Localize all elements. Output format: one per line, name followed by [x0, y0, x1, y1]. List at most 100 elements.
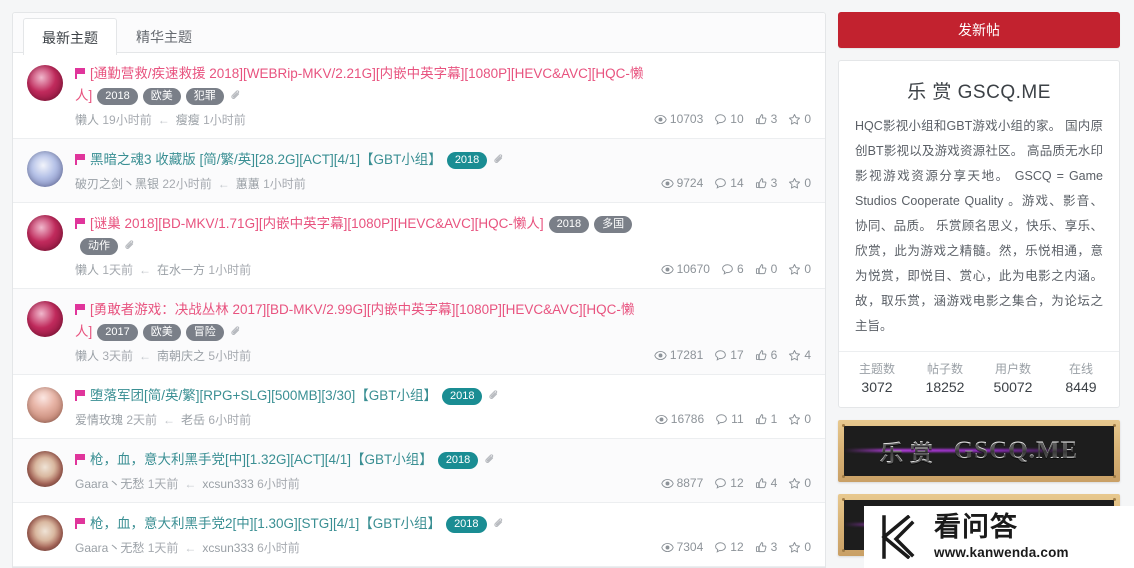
- attachment-icon: [494, 154, 503, 163]
- tab-featured-topics[interactable]: 精华主题: [117, 17, 211, 52]
- attachment-icon: [125, 240, 134, 249]
- reply-count-value: 12: [730, 540, 744, 554]
- thread-tag[interactable]: 欧美: [142, 88, 181, 105]
- watermark-brand: 看问答: [934, 512, 1018, 543]
- like-count[interactable]: 3: [755, 540, 778, 554]
- favorite-count[interactable]: 0: [788, 112, 811, 126]
- thread-author[interactable]: Gaara丶无愁: [75, 477, 144, 491]
- thread-tag[interactable]: 欧美: [142, 324, 181, 341]
- thread-row[interactable]: 堕落军团[简/英/繁][RPG+SLG][500MB][3/30]【GBT小组】…: [13, 375, 825, 439]
- reply-count: 6: [721, 262, 744, 276]
- thread-last-time: 6小时前: [208, 413, 252, 427]
- thread-tag[interactable]: 动作: [80, 238, 118, 255]
- avatar[interactable]: [27, 451, 63, 487]
- like-count[interactable]: 3: [755, 112, 777, 126]
- like-count[interactable]: 3: [755, 176, 777, 190]
- thread-body: 枪，血，意大利黑手党2[中][1.30G][STG][4/1]【GBT小组】 20…: [75, 513, 661, 556]
- thumbs-up-icon: [755, 263, 767, 274]
- reply-arrow-icon: ←: [163, 413, 176, 427]
- reply-count: 11: [715, 412, 744, 426]
- avatar[interactable]: [27, 301, 63, 337]
- thread-author[interactable]: 懒人: [75, 263, 99, 277]
- thread-title-link[interactable]: 堕落军团[简/英/繁][RPG+SLG][500MB][3/30]【GBT小组】: [90, 388, 437, 403]
- thumbs-up-icon: [755, 113, 767, 124]
- thread-last-user[interactable]: xcsun333: [202, 477, 253, 491]
- eye-icon: [655, 414, 668, 424]
- thread-row[interactable]: [勇敢者游戏：决战丛林 2017][BD-MKV/2.99G][内嵌中英字幕][…: [13, 289, 825, 375]
- thread-row[interactable]: [通勤营救/疾速救援 2018][WEBRip-MKV/2.21G][内嵌中英字…: [13, 53, 825, 139]
- forum-stat-value: 3072: [861, 379, 893, 395]
- thread-row[interactable]: 黑暗之魂3 收藏版 [简/繁/英][28.2G][ACT][4/1]【GBT小组…: [13, 139, 825, 203]
- thread-row[interactable]: 枪，血，意大利黑手党2[中][1.30G][STG][4/1]【GBT小组】 20…: [13, 503, 825, 567]
- thread-last-user[interactable]: 蕙蕙: [236, 177, 260, 191]
- reply-count-value: 6: [736, 262, 744, 276]
- forum-title: 乐 赏 GSCQ.ME: [907, 82, 1051, 103]
- thread-tag[interactable]: 2017: [97, 324, 138, 341]
- thread-title-link[interactable]: [谜巢 2018][BD-MKV/1.71G][内嵌中英字幕][1080P][H…: [90, 216, 544, 231]
- favorite-count[interactable]: 4: [788, 348, 811, 362]
- avatar[interactable]: [27, 387, 63, 423]
- thread-body: 黑暗之魂3 收藏版 [简/繁/英][28.2G][ACT][4/1]【GBT小组…: [75, 149, 661, 192]
- thread-title-link[interactable]: 黑暗之魂3 收藏版 [简/繁/英][28.2G][ACT][4/1]【GBT小组…: [90, 152, 442, 167]
- forum-stat-label: 帖子数: [926, 362, 963, 376]
- thread-author[interactable]: 懒人: [75, 349, 99, 363]
- thread-row[interactable]: [谜巢 2018][BD-MKV/1.71G][内嵌中英字幕][1080P][H…: [13, 203, 825, 289]
- favorite-count[interactable]: 0: [788, 476, 811, 490]
- thread-stats: 8877 12 4 0: [660, 449, 811, 492]
- attachment-icon: [231, 90, 239, 99]
- like-count[interactable]: 1: [755, 412, 777, 426]
- like-count-value: 6: [770, 348, 778, 362]
- thread-row[interactable]: 枪，血，意大利黑手党[中][1.32G][ACT][4/1]【GBT小组】 201…: [13, 439, 825, 503]
- avatar[interactable]: [27, 151, 63, 187]
- thread-meta: 破刃之剑丶黑银 22小时前 ← 蕙蕙 1小时前: [75, 176, 653, 192]
- favorite-count[interactable]: 0: [788, 176, 811, 190]
- thread-author[interactable]: 懒人: [75, 113, 99, 127]
- avatar[interactable]: [27, 65, 63, 101]
- reply-arrow-icon: ←: [217, 177, 230, 191]
- banner-chinese-text: 乐赏: [880, 434, 940, 468]
- thread-tag[interactable]: 2018: [97, 88, 138, 105]
- thread-title-link[interactable]: 枪，血，意大利黑手党[中][1.32G][ACT][4/1]【GBT小组】: [90, 452, 433, 467]
- thread-tag[interactable]: 冒险: [185, 324, 224, 341]
- thread-tag[interactable]: 2018: [437, 452, 479, 469]
- favorite-count[interactable]: 0: [788, 540, 811, 554]
- favorite-count[interactable]: 0: [788, 412, 811, 426]
- view-count-value: 8877: [676, 476, 704, 490]
- thread-tag[interactable]: 2018: [548, 216, 590, 233]
- eye-icon: [660, 478, 674, 488]
- avatar[interactable]: [27, 515, 63, 551]
- eye-icon: [654, 350, 667, 360]
- like-count[interactable]: 4: [755, 476, 777, 490]
- thread-last-user[interactable]: 老岳: [181, 413, 205, 427]
- comment-icon: [715, 477, 727, 489]
- forum-stat-label: 在线: [1068, 362, 1093, 376]
- thread-meta: 爱情玫瑰 2天前 ← 老岳 6小时前: [75, 412, 647, 428]
- thread-last-user[interactable]: 南朝庆之: [157, 349, 205, 363]
- like-count-value: 3: [770, 540, 778, 554]
- new-post-button[interactable]: 发新帖: [838, 12, 1120, 48]
- attachment-icon: [231, 326, 239, 335]
- thread-tag[interactable]: 犯罪: [185, 88, 224, 105]
- thread-last-user[interactable]: 瘦瘦: [176, 113, 200, 127]
- like-count[interactable]: 0: [755, 262, 777, 276]
- thread-author-time: 1天前: [147, 541, 179, 555]
- thread-tag[interactable]: 2018: [446, 152, 488, 169]
- thread-author[interactable]: 爱情玫瑰: [75, 413, 123, 427]
- view-count-value: 7304: [676, 540, 704, 554]
- thread-tag[interactable]: 2018: [441, 388, 483, 405]
- favorite-count[interactable]: 0: [788, 262, 811, 276]
- thread-author[interactable]: Gaara丶无愁: [75, 541, 144, 555]
- thread-tag[interactable]: 多国: [594, 216, 633, 233]
- thread-author[interactable]: 破刃之剑丶黑银: [75, 177, 159, 191]
- thread-last-user[interactable]: xcsun333: [202, 541, 253, 555]
- site-banner[interactable]: 乐赏 GSCQ.ME: [838, 420, 1120, 482]
- tab-latest-topics[interactable]: 最新主题: [23, 18, 117, 55]
- thread-title-link[interactable]: 枪，血，意大利黑手党2[中][1.30G][STG][4/1]【GBT小组】: [90, 516, 441, 531]
- thread-last-user[interactable]: 在水一方: [157, 263, 205, 277]
- like-count[interactable]: 6: [755, 348, 778, 362]
- forum-stat-cell: 主题数 3072: [843, 361, 911, 397]
- avatar[interactable]: [27, 215, 63, 251]
- thread-tag[interactable]: 2018: [446, 516, 487, 533]
- thread-meta: 懒人 3天前 ← 南朝庆之 5小时前: [75, 348, 646, 364]
- favorite-count-value: 0: [804, 262, 811, 276]
